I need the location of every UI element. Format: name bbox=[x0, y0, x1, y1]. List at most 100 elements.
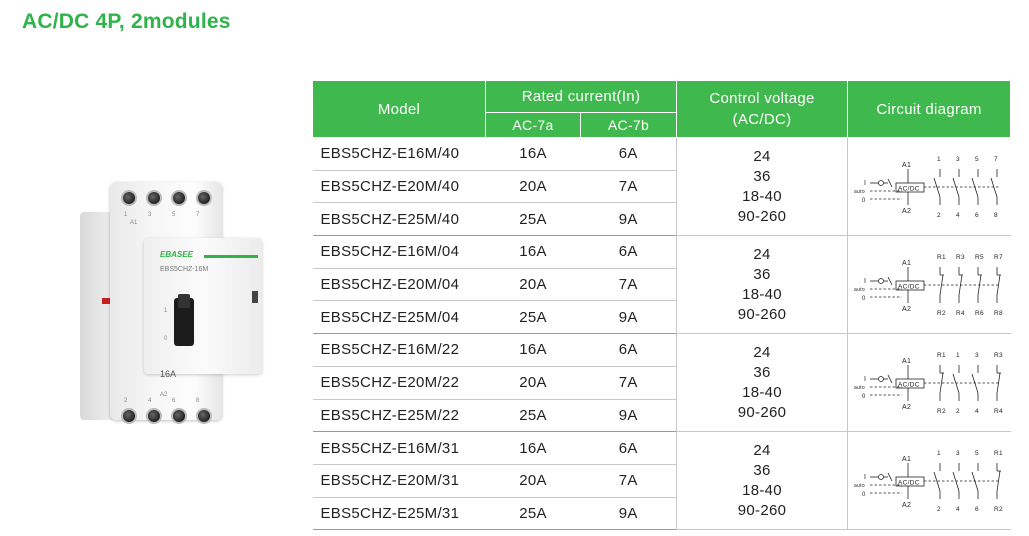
ac7b-cell: 7A bbox=[580, 366, 677, 400]
switch-on-label: I bbox=[864, 278, 866, 285]
terminal-label-7: 7 bbox=[196, 212, 200, 218]
header-circuit-diagram: Circuit diagram bbox=[847, 80, 1012, 138]
contact-terminal-bottom: R8 bbox=[994, 310, 1003, 317]
model-cell: EBS5CHZ-E25M/40 bbox=[312, 202, 486, 237]
switch-position-off: 0 bbox=[164, 336, 168, 342]
contact-terminal-top: 7 bbox=[994, 156, 998, 163]
contact-terminal-top: R5 bbox=[975, 254, 984, 261]
switch-auto-label: auto bbox=[854, 483, 865, 489]
voltage-value: 36 bbox=[753, 363, 771, 381]
model-cell: EBS5CHZ-E16M/04 bbox=[312, 235, 486, 269]
coil-terminal-a1: A1 bbox=[902, 162, 911, 169]
device-rating-print: 16A bbox=[160, 369, 177, 379]
model-cell: EBS5CHZ-E16M/40 bbox=[312, 137, 486, 171]
contact-terminal-top: 3 bbox=[956, 450, 960, 457]
ac7b-cell: 9A bbox=[580, 497, 677, 531]
contact-terminal-bottom: 2 bbox=[956, 408, 960, 415]
mount-clip bbox=[252, 291, 258, 303]
voltage-value: 90-260 bbox=[737, 305, 787, 323]
ac7b-cell: 7A bbox=[580, 464, 677, 498]
ac7a-cell: 20A bbox=[485, 170, 581, 204]
contact-terminal-top: R7 bbox=[994, 254, 1003, 261]
coil-terminal-a2: A2 bbox=[902, 502, 911, 509]
ac7a-cell: 20A bbox=[485, 268, 581, 302]
contact-terminal-bottom: R2 bbox=[937, 310, 946, 317]
model-cell: EBS5CHZ-E20M/22 bbox=[312, 366, 486, 400]
switch-auto-label: auto bbox=[854, 189, 865, 195]
ac7a-cell: 16A bbox=[485, 431, 581, 465]
switch-knob bbox=[178, 294, 190, 308]
contact-terminal-bottom: 2 bbox=[937, 212, 941, 219]
contact-terminal-bottom: R4 bbox=[956, 310, 965, 317]
status-indicator bbox=[102, 298, 110, 304]
contact-terminal-bottom: 4 bbox=[956, 212, 960, 219]
coil-label: AC/DC bbox=[898, 185, 920, 192]
contact-terminal-bottom: 4 bbox=[956, 506, 960, 513]
contact-terminal-bottom: R6 bbox=[975, 310, 984, 317]
coil-terminal-a1: A1 bbox=[902, 260, 911, 267]
ac7a-cell: 25A bbox=[485, 399, 581, 433]
ac7a-cell: 25A bbox=[485, 300, 581, 335]
device-model-print: EBS5CHZ-16M bbox=[160, 266, 209, 273]
contact-terminal-bottom: 6 bbox=[975, 212, 979, 219]
coil-label: AC/DC bbox=[898, 479, 920, 486]
contact-terminal-top: 3 bbox=[956, 156, 960, 163]
coil-label: AC/DC bbox=[898, 381, 920, 388]
ac7a-cell: 20A bbox=[485, 366, 581, 400]
contact-terminal-bottom: 4 bbox=[975, 408, 979, 415]
spec-table-body: EBS5CHZ-E16M/40 16A 6A 24 36 18-40 90-260 Iauto… bbox=[312, 137, 1011, 531]
model-cell: EBS5CHZ-E20M/04 bbox=[312, 268, 486, 302]
model-cell: EBS5CHZ-E25M/31 bbox=[312, 497, 486, 531]
ac7b-cell: 6A bbox=[580, 137, 677, 171]
contact-terminal-bottom: 2 bbox=[937, 506, 941, 513]
terminal-label-5: 5 bbox=[172, 212, 176, 218]
ac7b-cell: 7A bbox=[580, 268, 677, 302]
ac7a-cell: 16A bbox=[485, 333, 581, 367]
contact-terminal-top: R3 bbox=[994, 352, 1003, 359]
voltage-value: 18-40 bbox=[742, 285, 782, 303]
ac7a-cell: 16A bbox=[485, 137, 581, 171]
coil-terminal-a2: A2 bbox=[902, 306, 911, 313]
terminal-label-a1: A1 bbox=[130, 220, 138, 226]
header-ac7b: AC-7b bbox=[579, 112, 678, 138]
circuit-diagram-cell: Iauto 0 AC/DC A1 A2 1 2 3 4 5 6 7 8 bbox=[847, 137, 1011, 237]
header-control-voltage-label: Control voltage bbox=[709, 90, 815, 107]
coil-terminal-a2: A2 bbox=[902, 208, 911, 215]
contact-terminal-top: R1 bbox=[937, 254, 946, 261]
voltage-value: 18-40 bbox=[742, 383, 782, 401]
switch-off-label: 0 bbox=[862, 394, 866, 400]
contact-terminal-bottom: R2 bbox=[994, 506, 1003, 513]
ac7a-cell: 16A bbox=[485, 235, 581, 269]
control-voltage-cell: 24 36 18-40 90-260 bbox=[676, 333, 848, 433]
switch-off-label: 0 bbox=[862, 296, 866, 302]
device-side-module bbox=[80, 212, 114, 420]
spec-table: Model Rated current(In) Control voltage … bbox=[312, 80, 1012, 531]
coil-terminal-a1: A1 bbox=[902, 456, 911, 463]
terminal-screw bbox=[145, 408, 162, 424]
ac7b-cell: 6A bbox=[580, 235, 677, 269]
contact-terminal-bottom: 8 bbox=[994, 212, 998, 219]
ac7b-cell: 9A bbox=[580, 202, 677, 237]
switch-off-label: 0 bbox=[862, 198, 866, 204]
circuit-diagram: Iauto 0 AC/DC A1 A2 R1 R2 R3 R4 R5 R6 R7 R8 bbox=[854, 254, 1003, 317]
coil-terminal-a2: A2 bbox=[902, 404, 911, 411]
contact-terminal-top: 3 bbox=[975, 352, 979, 359]
voltage-value: 18-40 bbox=[742, 187, 782, 205]
switch-position-on: 1 bbox=[164, 308, 168, 314]
header-rated-current: Rated current(In) bbox=[484, 80, 678, 113]
control-voltage-cell: 24 36 18-40 90-260 bbox=[676, 431, 848, 531]
table-row: EBS5CHZ-E16M/40 16A 6A 24 36 18-40 90-260 Iauto… bbox=[312, 137, 1011, 237]
terminal-label-1: 1 bbox=[124, 212, 128, 218]
voltage-value: 90-260 bbox=[737, 403, 787, 421]
voltage-value: 36 bbox=[753, 461, 771, 479]
switch-off-label: 0 bbox=[862, 492, 866, 498]
contact-terminal-top: R1 bbox=[937, 352, 946, 359]
bottom-terminals bbox=[116, 402, 216, 430]
brand-logo: EBASEE bbox=[160, 250, 193, 259]
header-control-voltage: Control voltage (AC/DC) bbox=[676, 80, 849, 138]
top-terminals bbox=[116, 184, 216, 212]
ac7a-cell: 25A bbox=[485, 497, 581, 531]
model-cell: EBS5CHZ-E25M/22 bbox=[312, 399, 486, 433]
terminal-screw bbox=[195, 408, 212, 424]
contact-terminal-top: R3 bbox=[956, 254, 965, 261]
